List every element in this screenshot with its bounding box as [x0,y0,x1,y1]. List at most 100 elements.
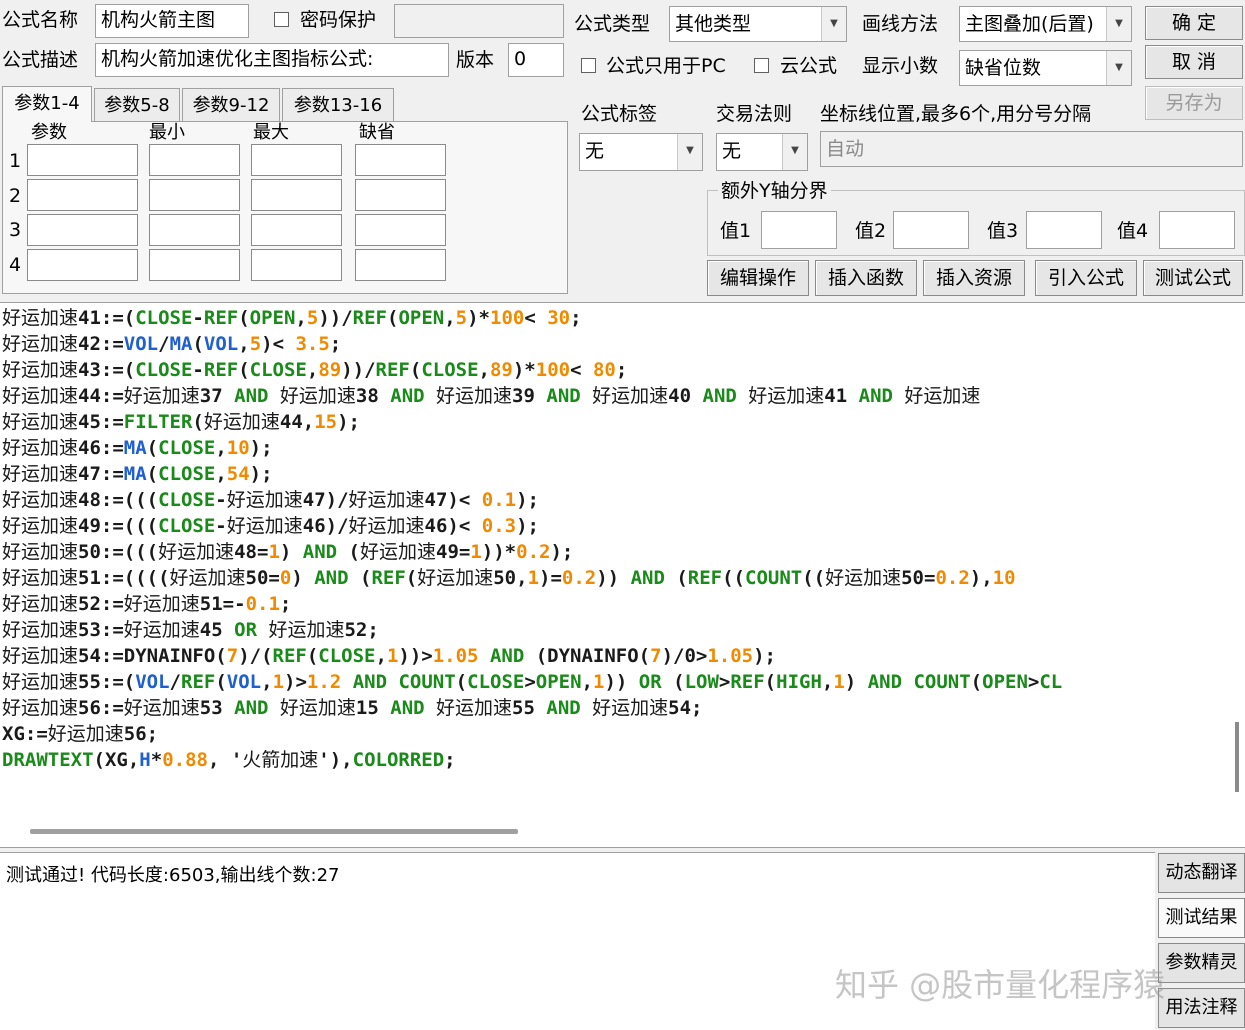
tab-params-1-4[interactable]: 参数1-4 [2,86,92,122]
test-result-button[interactable]: 测试结果 [1158,898,1245,938]
formula-name-input[interactable]: 机构火箭主图 [95,4,249,38]
code-token: ); [550,541,574,563]
tab-params-5-8[interactable]: 参数5-8 [94,88,180,122]
param-name-input[interactable] [27,214,138,246]
number-token: 0 [279,567,292,589]
code-token: 51=- [199,593,246,615]
password-checkbox[interactable] [274,12,289,27]
code-token: ( [192,411,204,433]
param-min-input[interactable] [149,179,240,211]
code-token: )> [284,671,307,693]
ok-button[interactable]: 确 定 [1145,6,1243,40]
param-default-input[interactable] [355,214,446,246]
param-min-input[interactable] [149,144,240,176]
cloud-checkbox[interactable] [754,58,769,73]
usage-notes-button[interactable]: 用法注释 [1158,988,1245,1028]
function-token: CLOSE [158,463,216,485]
code-token: 46:= [78,437,124,459]
chevron-down-icon: ▼ [1106,7,1131,41]
code-token: , [306,359,319,381]
axis-input[interactable]: 自动 [820,131,1243,167]
code-token: 37 [199,385,235,407]
param-name-input[interactable] [27,144,138,176]
pc-only-label: 公式只用于PC [606,55,726,77]
pc-only-checkbox[interactable] [581,58,596,73]
import-formula-button[interactable]: 引入公式 [1035,260,1137,296]
dynamic-translate-button[interactable]: 动态翻译 [1158,853,1245,893]
param-min-input[interactable] [149,214,240,246]
code-token: 53:= [78,619,124,641]
rule-select[interactable]: 无 ▼ [716,133,808,171]
param-default-input[interactable] [355,179,446,211]
password-input[interactable] [394,4,564,38]
insert-function-button[interactable]: 插入函数 [815,260,917,296]
params-panel: 参数 最小 最大 缺省 1 2 3 4 [2,121,568,294]
code-token: / [158,333,170,355]
number-token: 7 [226,645,239,667]
builtin-token: VOL [226,671,262,693]
operator-token: AND [489,645,525,667]
code-token: 48:=((( [78,489,159,511]
code-token: > [1027,671,1040,693]
code-token: ( [348,567,372,589]
code-token: , [295,307,307,329]
code-line: 好运加速41:=(CLOSE-REF(OPEN,5))/REF(OPEN,5)*… [2,305,582,331]
vertical-scrollbar[interactable] [1235,722,1239,792]
code-token: ) [279,541,303,563]
cancel-button[interactable]: 取 消 [1145,45,1243,79]
code-token: 47)< [424,489,482,511]
function-token: CLOSE [318,645,376,667]
number-token: 5 [455,307,468,329]
horizontal-scrollbar[interactable] [30,829,518,834]
formula-desc-input[interactable]: 机构火箭加速优化主图指标公式: [95,43,449,77]
code-token: < [570,359,593,381]
rule-label: 交易法则 [716,103,793,125]
code-line: 好运加速46:=MA(CLOSE,10); [2,435,273,461]
code-token: 好运加速 [904,385,981,407]
number-token: 0.1 [481,489,517,511]
tab-params-13-16[interactable]: 参数13-16 [282,88,394,122]
insert-resource-button[interactable]: 插入资源 [923,260,1025,296]
code-line: 好运加速48:=(((CLOSE-好运加速47)/好运加速47)< 0.1); [2,487,539,513]
y-value-input[interactable] [761,211,837,249]
tab-params-9-12[interactable]: 参数9-12 [182,88,280,122]
code-token: 52:= [78,593,124,615]
param-max-input[interactable] [251,249,342,281]
param-name-input[interactable] [27,249,138,281]
code-token: 好运加速 [348,515,425,537]
code-token: 好运加速 [2,359,79,381]
code-token: 52; [344,619,379,641]
version-input[interactable]: 0 [508,43,564,77]
test-formula-button[interactable]: 测试公式 [1143,260,1243,296]
formula-type-select[interactable]: 其他类型 ▼ [669,6,847,42]
function-token: COUNT [745,567,803,589]
number-token: 1 [386,645,399,667]
y-value-input[interactable] [893,211,969,249]
edit-operation-button[interactable]: 编辑操作 [707,260,809,296]
code-editor[interactable]: 好运加速41:=(CLOSE-REF(OPEN,5))/REF(OPEN,5)*… [0,302,1245,848]
y-value-input[interactable] [1159,211,1235,249]
y-value-input[interactable] [1026,211,1102,249]
param-name-input[interactable] [27,179,138,211]
param-max-input[interactable] [251,214,342,246]
code-line: 好运加速43:=(CLOSE-REF(CLOSE,89))/REF(CLOSE,… [2,357,627,383]
code-token: 好运加速 [123,697,200,719]
param-max-input[interactable] [251,144,342,176]
name-label: 公式名称 [2,9,79,31]
code-token: ( [215,671,227,693]
tag-select[interactable]: 无 ▼ [579,133,703,171]
code-token: 好运加速 [436,697,513,719]
decimals-label: 显示小数 [862,55,939,77]
param-default-input[interactable] [355,249,446,281]
param-default-input[interactable] [355,144,446,176]
code-token: ); [249,463,273,485]
param-wizard-button[interactable]: 参数精灵 [1158,943,1245,983]
code-token: ( [405,567,418,589]
function-token: OPEN [398,307,445,329]
draw-method-select[interactable]: 主图叠加(后置) ▼ [959,6,1132,42]
decimals-select[interactable]: 缺省位数 ▼ [959,50,1132,86]
param-min-input[interactable] [149,249,240,281]
save-as-button[interactable]: 另存为 [1145,86,1243,120]
param-max-input[interactable] [251,179,342,211]
code-token: * [150,749,163,771]
